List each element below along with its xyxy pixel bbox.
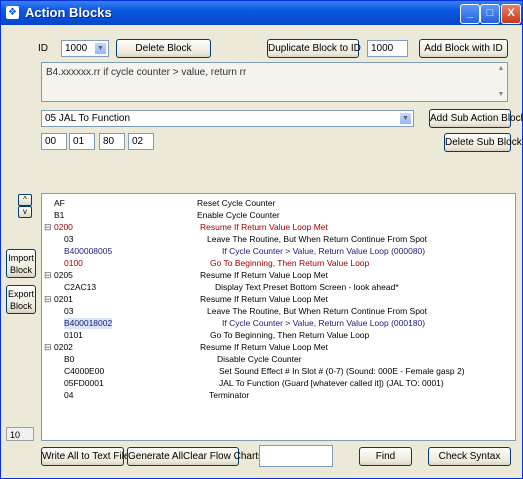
action-blocks-window: ❖ Action Blocks _ □ X ID 1000 ▼ Delete B… xyxy=(0,0,523,479)
add-sub-action-button[interactable]: Add Sub Action Block xyxy=(429,109,523,128)
check-syntax-button[interactable]: Check Syntax xyxy=(428,447,511,466)
tree-row-description: Resume If Return Value Loop Met xyxy=(200,342,328,352)
tree-row[interactable]: B400008005 If Cycle Counter > Value, Retu… xyxy=(42,246,515,257)
tree-row[interactable]: B0 Disable Cycle Counter xyxy=(42,354,515,365)
delete-sub-block-button[interactable]: Delete Sub Block xyxy=(444,133,522,152)
export-block-button[interactable]: Export Block xyxy=(6,285,36,314)
tree-row-description: Resume If Return Value Loop Met xyxy=(200,270,328,280)
tree-row-code: 0202 xyxy=(54,342,73,352)
id-label: ID xyxy=(38,43,48,54)
tree-row-description: Enable Cycle Counter xyxy=(197,210,280,220)
write-all-button[interactable]: Write All to Text File xyxy=(41,447,129,466)
move-up-button[interactable]: ^ xyxy=(18,194,32,206)
tree-row-code: 0200 xyxy=(54,222,73,232)
minimize-button[interactable]: _ xyxy=(460,4,480,24)
block-description-text: B4.xxxxxx.rr if cycle counter > value, r… xyxy=(46,67,247,78)
add-block-button[interactable]: Add Block with ID xyxy=(419,39,508,58)
move-down-button[interactable]: v xyxy=(18,206,32,218)
tree-row[interactable]: ⊟ 0205 Resume If Return Value Loop Met xyxy=(42,270,515,281)
tree-row-code: 0101 xyxy=(64,330,83,340)
subaction-select-value: 05 JAL To Function xyxy=(45,113,131,124)
tree-row-description: Set Sound Effect # In Slot # (0-7) (Soun… xyxy=(219,366,465,376)
tree-row[interactable]: ⊟ 0200 Resume If Return Value Loop Met xyxy=(42,222,515,233)
block-count: 10 xyxy=(6,427,34,441)
collapse-icon[interactable]: ⊟ xyxy=(44,270,52,281)
tree-row-code: B0 xyxy=(64,354,75,364)
tree-row[interactable]: 03 Leave The Routine, But When Return Con… xyxy=(42,306,515,317)
tree-row-description: Resume If Return Value Loop Met xyxy=(200,222,328,232)
action-tree[interactable]: AF Reset Cycle Counter B1 Enable Cycle Coun… xyxy=(41,193,516,441)
tree-row[interactable]: B1 Enable Cycle Counter xyxy=(42,210,515,221)
collapse-icon[interactable]: ⊟ xyxy=(44,222,52,233)
description-scrollbar[interactable]: ▲ ▼ xyxy=(495,63,507,101)
maximize-button[interactable]: □ xyxy=(480,4,500,24)
tree-row-description: If Cycle Counter > Value, Return Value L… xyxy=(222,246,426,256)
delete-block-button[interactable]: Delete Block xyxy=(116,39,211,58)
tree-row-description: Terminator xyxy=(209,390,250,400)
window-title: Action Blocks xyxy=(25,5,112,20)
tree-row-code: C2AC13 xyxy=(64,282,97,292)
tree-row-code: C4000E00 xyxy=(64,366,105,376)
find-button[interactable]: Find xyxy=(359,447,412,466)
scroll-down-icon[interactable]: ▼ xyxy=(495,89,507,101)
duplicate-id-input[interactable]: 1000 xyxy=(367,40,408,57)
tree-row-code: B400008005 xyxy=(64,246,113,256)
search-input[interactable] xyxy=(259,445,333,467)
tree-row[interactable]: C4000E00 Set Sound Effect # In Slot # (0-… xyxy=(42,366,515,377)
tree-row-code: B400018002 xyxy=(64,318,113,329)
chevron-down-icon[interactable]: ▼ xyxy=(94,42,107,55)
tree-row[interactable]: 0100 Go To Beginning, Then Return Value L… xyxy=(42,258,515,269)
import-block-button[interactable]: Import Block xyxy=(6,249,36,278)
chevron-down-icon[interactable]: ▼ xyxy=(399,112,412,125)
title-bar[interactable]: ❖ Action Blocks _ □ X xyxy=(1,1,522,25)
tree-row-description: JAL To Function (Guard [whatever called … xyxy=(219,378,444,388)
param-input-2[interactable]: 01 xyxy=(69,133,95,150)
tree-row-code: 0205 xyxy=(54,270,73,280)
tree-row-code: 05FD0001 xyxy=(64,378,104,388)
param-input-3[interactable]: 80 xyxy=(99,133,125,150)
tree-row-description: Display Text Preset Bottom Screen - look… xyxy=(215,282,399,292)
tree-row[interactable]: ⊟ 0201 Resume If Return Value Loop Met xyxy=(42,294,515,305)
param-input-4[interactable]: 02 xyxy=(128,133,154,150)
scroll-up-icon[interactable]: ▲ xyxy=(495,63,507,75)
tree-row-code: 04 xyxy=(64,390,74,400)
tree-row[interactable]: 03 Leave The Routine, But When Return Con… xyxy=(42,234,515,245)
tree-row[interactable]: ⊟ 0202 Resume If Return Value Loop Met xyxy=(42,342,515,353)
tree-row-description: If Cycle Counter > Value, Return Value L… xyxy=(222,318,426,328)
tree-row-description: Resume If Return Value Loop Met xyxy=(200,294,328,304)
tree-row[interactable]: 05FD0001 JAL To Function (Guard [whatever… xyxy=(42,378,515,389)
tree-row-description: Go To Beginning, Then Return Value Loop xyxy=(210,258,370,268)
close-button[interactable]: X xyxy=(501,4,521,24)
tree-row-code: 03 xyxy=(64,306,74,316)
id-select-value: 1000 xyxy=(65,43,88,54)
param-input-1[interactable]: 00 xyxy=(41,133,67,150)
tree-row[interactable]: C2AC13 Display Text Preset Bottom Screen … xyxy=(42,282,515,293)
tree-row-code: 0201 xyxy=(54,294,73,304)
collapse-icon[interactable]: ⊟ xyxy=(44,294,52,305)
app-icon: ❖ xyxy=(6,6,19,19)
tree-row-description: Leave The Routine, But When Return Conti… xyxy=(207,306,428,316)
tree-row[interactable]: AF Reset Cycle Counter xyxy=(42,198,515,209)
duplicate-block-button[interactable]: Duplicate Block to ID xyxy=(267,39,361,58)
tree-row-description: Go To Beginning, Then Return Value Loop xyxy=(210,330,370,340)
tree-row-description: Leave The Routine, But When Return Conti… xyxy=(207,234,428,244)
tree-row[interactable]: 04 Terminator xyxy=(42,390,515,401)
tree-row[interactable]: 0101 Go To Beginning, Then Return Value L… xyxy=(42,330,515,341)
id-select[interactable]: 1000 ▼ xyxy=(61,40,109,57)
tree-row-code: B1 xyxy=(54,210,65,220)
tree-row-code: AF xyxy=(54,198,65,208)
tree-row-description: Disable Cycle Counter xyxy=(217,354,302,364)
collapse-icon[interactable]: ⊟ xyxy=(44,342,52,353)
tree-row-description: Reset Cycle Counter xyxy=(197,198,276,208)
block-description-textarea[interactable]: B4.xxxxxx.rr if cycle counter > value, r… xyxy=(41,62,508,102)
tree-row-code: 03 xyxy=(64,234,74,244)
subaction-select[interactable]: 05 JAL To Function ▼ xyxy=(41,110,414,127)
tree-row[interactable]: B400018002 If Cycle Counter > Value, Retu… xyxy=(42,318,515,329)
tree-row-code: 0100 xyxy=(64,258,83,268)
generate-flow-charts-button[interactable]: Generate AllClear Flow Charts xyxy=(127,447,263,466)
